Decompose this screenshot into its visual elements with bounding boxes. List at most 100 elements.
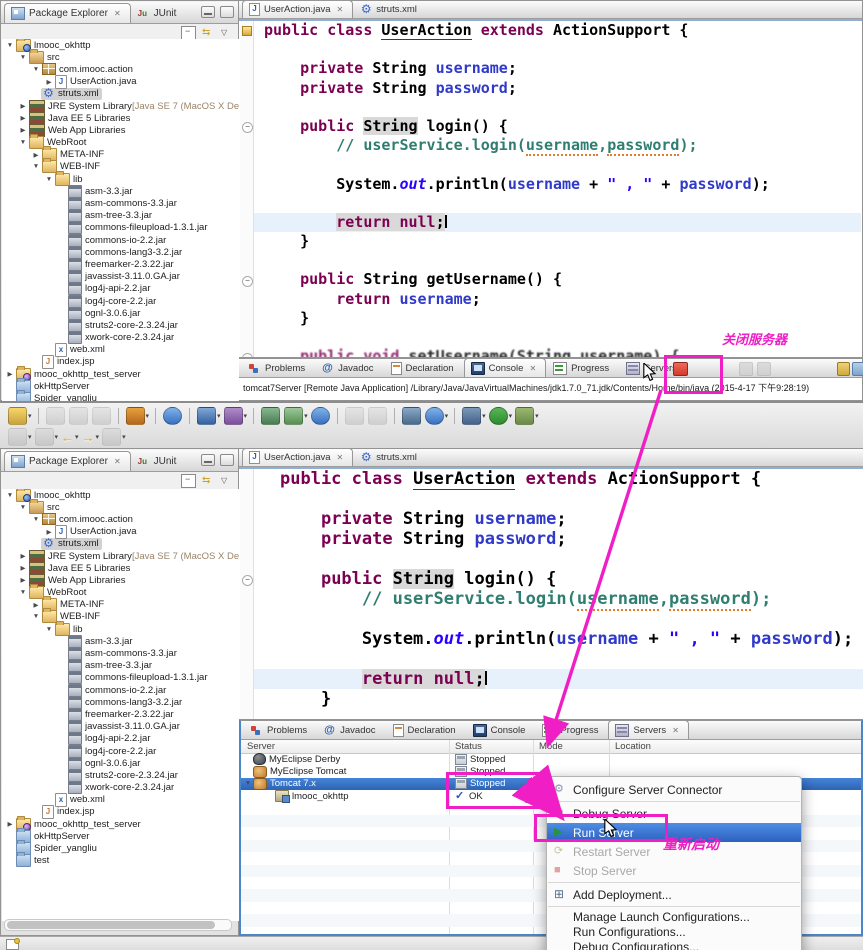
dropdown-caret-icon[interactable]: ▾ (304, 412, 308, 420)
report-design-icon[interactable] (401, 407, 421, 425)
server-row[interactable]: MyEclipse Derby Stopped (241, 753, 861, 766)
expand-arrow-icon[interactable]: ▶ (18, 576, 28, 584)
fold-marker-icon[interactable]: − (242, 352, 253, 357)
dropdown-caret-icon[interactable]: ▾ (146, 412, 150, 420)
maximize-button[interactable] (220, 454, 234, 466)
tree-item[interactable]: asm-3.3.jar (2, 634, 239, 648)
tree-item[interactable]: log4j-core-2.2.jar (2, 294, 239, 308)
save-icon[interactable] (45, 407, 65, 425)
scroll-lock-icon[interactable] (837, 362, 850, 376)
expand-arrow-icon[interactable]: ▶ (18, 564, 28, 572)
maximize-button[interactable] (220, 6, 234, 18)
menu-item-add-deployment[interactable]: ⊞ Add Deployment... (547, 885, 801, 904)
horizontal-scrollbar[interactable] (4, 919, 232, 931)
tree-item[interactable]: commons-io-2.2.jar (2, 683, 239, 697)
expand-arrow-icon[interactable]: ▶ (44, 78, 54, 86)
code-editor[interactable]: − − − public class UserAction extends Actio… (240, 21, 861, 357)
expand-arrow-icon[interactable]: ▼ (31, 66, 41, 73)
dropdown-caret-icon[interactable]: ▾ (28, 433, 32, 441)
close-icon[interactable]: ✕ (337, 5, 344, 14)
tree-item[interactable]: ▼ com.imooc.action (2, 513, 239, 526)
tree-item[interactable]: Spider_yangliu (2, 840, 239, 856)
column-location[interactable]: Location (615, 740, 651, 753)
expand-arrow-icon[interactable]: ▼ (18, 54, 28, 61)
tree-item[interactable]: ▼ WEB-INF (2, 158, 239, 174)
undo-icon[interactable] (344, 407, 364, 425)
mark-occurrences-icon[interactable] (34, 428, 54, 446)
tree-item[interactable]: commons-fileupload-1.3.1.jar (2, 671, 239, 685)
tab-junit[interactable]: J JUnit (131, 451, 187, 471)
tree-item[interactable]: log4j-core-2.2.jar (2, 744, 239, 758)
tree-item[interactable]: ▼ src (2, 498, 239, 514)
last-edit-location-icon[interactable] (102, 428, 122, 446)
tab-declaration[interactable]: Declaration (384, 358, 464, 377)
tree-item[interactable]: x web.xml (2, 342, 239, 357)
link-with-editor-icon[interactable]: ⇆ (202, 475, 215, 487)
new-package-icon[interactable] (223, 407, 243, 425)
preview-browser-icon[interactable] (424, 407, 444, 425)
expand-arrow-icon[interactable]: ▶ (5, 370, 15, 378)
tree-item[interactable]: struts2-core-2.3.24.jar (2, 318, 239, 332)
expand-arrow-icon[interactable]: ▶ (18, 102, 28, 110)
dropdown-caret-icon[interactable]: ▾ (509, 412, 513, 420)
tree-item[interactable]: struts2-core-2.3.24.jar (2, 768, 239, 782)
new-wizard-icon[interactable] (8, 407, 27, 425)
dropdown-caret-icon[interactable]: ▾ (445, 412, 449, 420)
tree-item[interactable]: Jindex.jsp (2, 804, 239, 819)
external-tools-icon[interactable] (515, 407, 535, 425)
editor-tab-UserAction.java[interactable]: J UserAction.java ✕ (242, 448, 354, 466)
expand-arrow-icon[interactable]: ▶ (44, 528, 54, 536)
redo-icon[interactable] (367, 407, 387, 425)
debug-icon[interactable] (462, 407, 482, 425)
column-mode[interactable]: Mode (539, 740, 563, 753)
run-on-server-icon[interactable] (284, 407, 304, 425)
link-with-editor-icon[interactable]: ⇆ (202, 27, 215, 39)
tree-item[interactable]: ▼ lib (2, 170, 239, 186)
dropdown-caret-icon[interactable]: ▾ (482, 412, 486, 420)
expand-arrow-icon[interactable]: ▶ (31, 601, 41, 609)
tab-javadoc[interactable]: @ Javadoc (315, 358, 383, 377)
tree-item[interactable]: asm-tree-3.3.jar (2, 659, 239, 673)
tree-item[interactable]: ▶ JRE System Library [Java SE 7 (MacOS X … (2, 99, 239, 113)
collapse-all-icon[interactable] (181, 26, 196, 40)
editor-tab-struts.xml[interactable]: ⚙ struts.xml (353, 448, 427, 466)
tree-item[interactable]: ▶ Java EE 5 Libraries (2, 111, 239, 125)
close-icon[interactable]: ✕ (337, 453, 344, 462)
tree-item[interactable]: ▶ META-INF (2, 596, 239, 612)
menu-item-configure-server-connector[interactable]: ⚙ Configure Server Connector (547, 780, 801, 799)
dropdown-caret-icon[interactable]: ▾ (244, 412, 248, 420)
tree-item[interactable]: ▶ META-INF (2, 146, 239, 162)
tree-item[interactable]: x web.xml (2, 792, 239, 807)
clear-console-icon[interactable] (757, 362, 771, 376)
menu-item-run-configurations[interactable]: Run Configurations... (547, 924, 801, 939)
open-web-icon[interactable] (310, 407, 330, 425)
tree-item[interactable]: Spider_yangliu (2, 390, 239, 401)
tab-servers[interactable]: Servers ✕ (608, 720, 689, 739)
expand-arrow-icon[interactable]: ▶ (31, 151, 41, 159)
fold-marker-icon[interactable]: − (242, 275, 253, 287)
tree-item[interactable]: ognl-3.0.6.jar (2, 756, 239, 770)
tab-junit[interactable]: J JUnit (131, 3, 187, 23)
tree-item[interactable]: javassist-3.11.0.GA.jar (2, 720, 239, 734)
tree-item[interactable]: ▶ J UserAction.java (2, 74, 239, 89)
web-browser-icon[interactable] (163, 407, 183, 425)
save-all-icon[interactable] (68, 407, 88, 425)
view-menu-icon[interactable]: ▽ (221, 27, 234, 39)
terminate-button-icon[interactable] (673, 362, 688, 376)
dropdown-caret-icon[interactable]: ▾ (217, 412, 221, 420)
close-icon[interactable]: ✕ (529, 364, 536, 373)
menu-item-restart-server[interactable]: ⟳ Restart Server (547, 842, 801, 861)
dropdown-caret-icon[interactable]: ▾ (28, 412, 32, 420)
dropdown-caret-icon[interactable]: ▾ (96, 433, 100, 441)
tree-item[interactable]: asm-tree-3.3.jar (2, 209, 239, 223)
minimize-button[interactable] (201, 454, 215, 466)
tree-item[interactable]: ▶ mooc_okhttp_test_server (2, 815, 239, 831)
tab-console[interactable]: Console ✕ (463, 358, 547, 377)
tab-console[interactable]: Console (466, 720, 536, 739)
tab-progress[interactable]: Progress (546, 358, 619, 377)
tree-item[interactable]: asm-commons-3.3.jar (2, 197, 239, 211)
menu-item-run-server[interactable]: ▶ Run Server (547, 823, 801, 842)
tree-item[interactable]: log4j-api-2.2.jar (2, 732, 239, 746)
tree-item[interactable]: okHttpServer (2, 827, 239, 843)
menu-item-stop-server[interactable]: ■ Stop Server (547, 861, 801, 880)
